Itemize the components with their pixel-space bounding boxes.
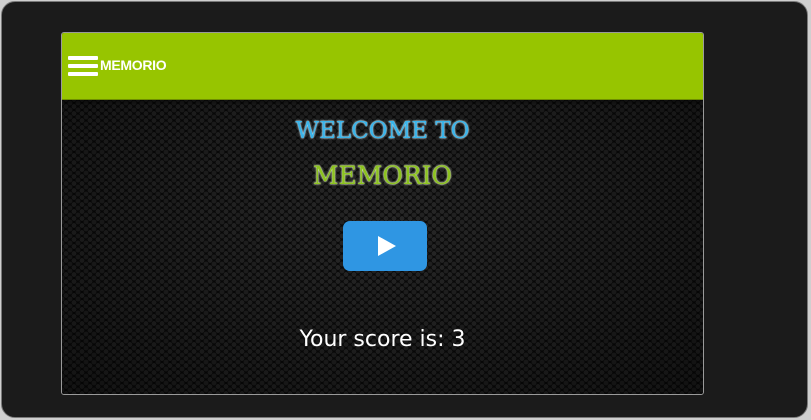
- play-icon: [378, 236, 396, 256]
- play-button[interactable]: [343, 221, 427, 271]
- menu-line: [68, 56, 98, 60]
- menu-line: [68, 72, 98, 76]
- top-bar: MEMORIO: [62, 33, 703, 100]
- app-screen: MEMORIO WELCOME TO MEMORIO Your score is…: [61, 32, 704, 395]
- game-title: MEMORIO: [312, 161, 453, 190]
- hamburger-menu-icon[interactable]: [68, 56, 98, 78]
- welcome-heading: WELCOME TO: [295, 118, 470, 144]
- score-text: Your score is: 3: [299, 327, 466, 352]
- app-brand[interactable]: MEMORIO: [100, 57, 167, 73]
- menu-line: [68, 64, 98, 68]
- device-frame: MEMORIO WELCOME TO MEMORIO Your score is…: [1, 1, 808, 418]
